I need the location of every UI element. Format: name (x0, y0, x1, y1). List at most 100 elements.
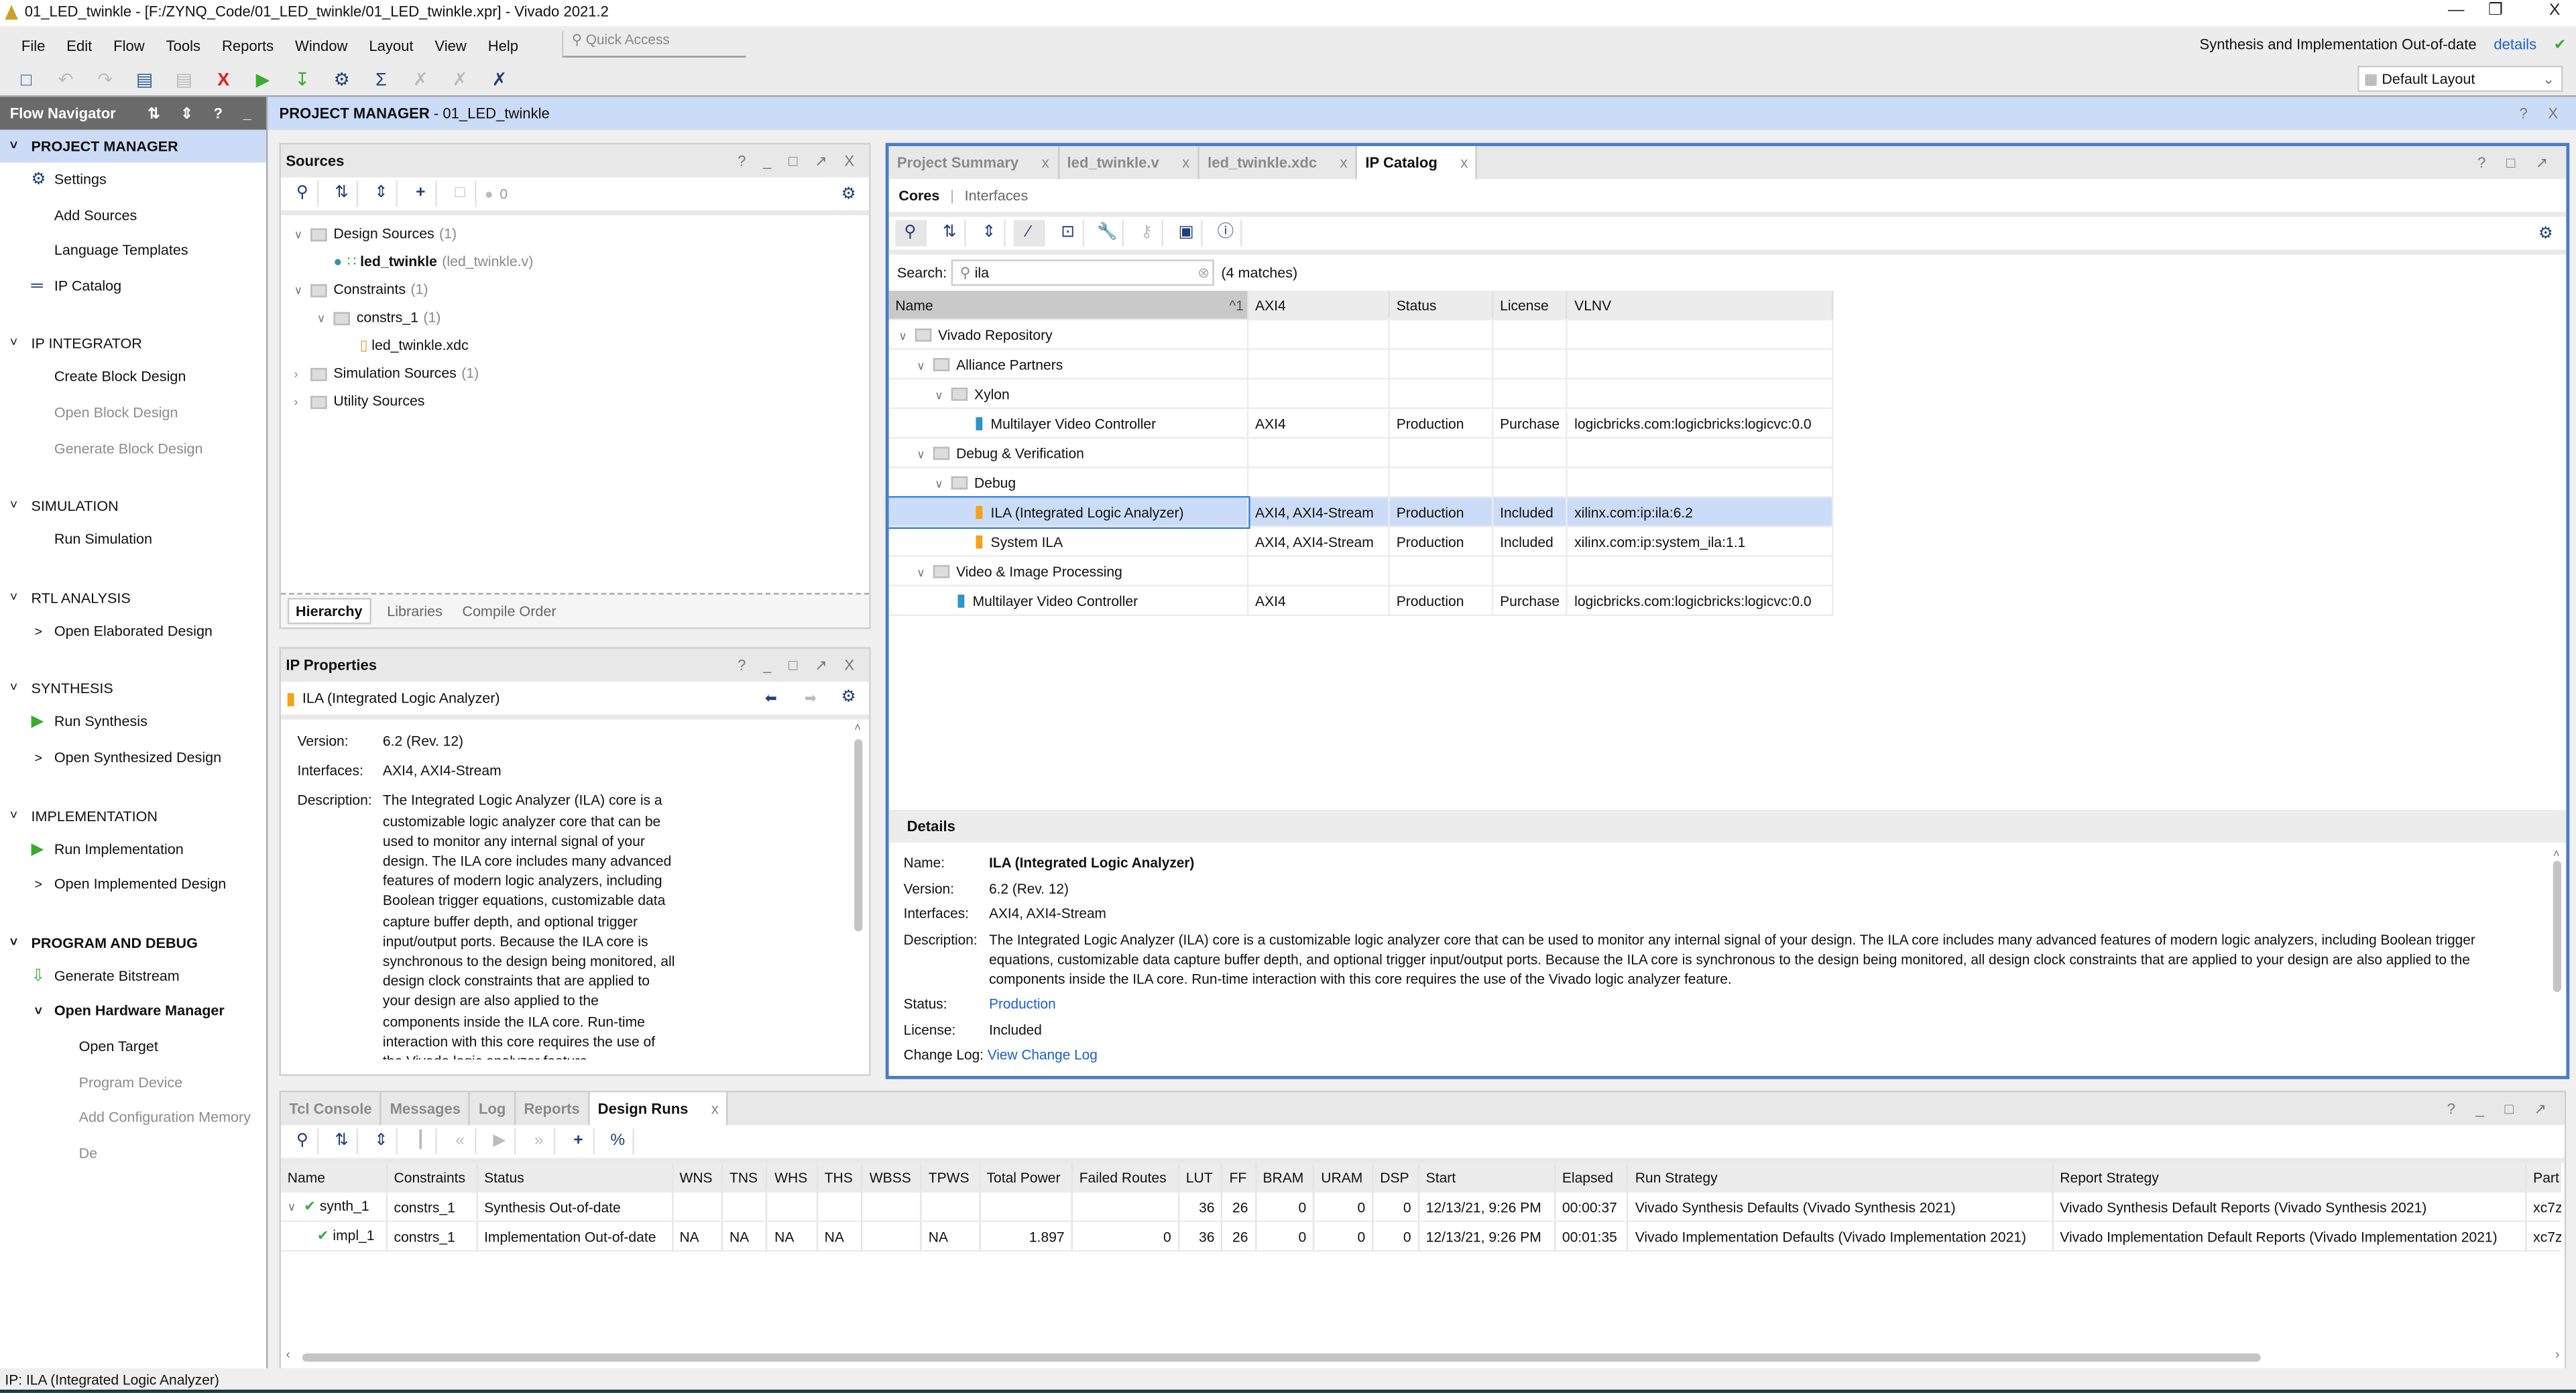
menu-tools[interactable]: Tools (166, 37, 200, 54)
open-project-icon[interactable]: □ (13, 68, 40, 91)
editor-tab-led-twinkle-xdc[interactable]: led_twinkle.xdc x (1199, 146, 1358, 180)
scrollbar-thumb[interactable] (2553, 860, 2562, 992)
tab-cores[interactable]: Cores (898, 187, 939, 204)
nav-item-generate-block-design[interactable]: Generate Block Design (0, 431, 266, 467)
chevron-down-icon[interactable]: ∨ (317, 306, 334, 334)
expand-all-icon[interactable]: ⇕ (366, 1128, 398, 1155)
hierarchy-icon[interactable]: ⊡ (1053, 220, 1085, 247)
column-license[interactable]: License (1492, 290, 1568, 320)
column-status[interactable]: Status (1389, 290, 1494, 320)
chevron-down-icon[interactable]: ∨ (288, 1201, 304, 1214)
ip-table-row[interactable]: ∨ Debug (888, 467, 1834, 498)
search-icon[interactable]: ⚲ (895, 220, 927, 247)
column-total-power[interactable]: Total Power (979, 1162, 1073, 1193)
column-name[interactable]: Name ^1 (888, 290, 1249, 320)
search-icon[interactable]: ⚲ (288, 1128, 319, 1155)
ip-table-row[interactable]: Multilayer Video Controller AXI4 Productio… (888, 408, 1834, 439)
forward-icon[interactable]: ➡ (805, 682, 817, 715)
undo-icon[interactable]: ↶ (52, 68, 78, 91)
back-icon[interactable]: ⬅ (765, 682, 777, 715)
close-button[interactable]: X (2536, 1, 2573, 19)
close-tab-icon[interactable]: x (1182, 154, 1189, 171)
nav-section-synthesis[interactable]: ˅ SYNTHESIS (0, 672, 266, 705)
scroll-up-icon[interactable]: ˄ (2553, 849, 2563, 861)
source-tree-row[interactable]: ∨ Constraints (1) (281, 276, 869, 304)
details-link[interactable]: details (2494, 36, 2536, 53)
show-incompatible-ip-icon[interactable]: ∕ (1013, 220, 1045, 247)
source-tree-row[interactable]: ∨ Design Sources (1) (281, 220, 869, 248)
panel-controls[interactable]: ? □ ↗ (2477, 154, 2557, 172)
nav-section-project-manager[interactable]: ˅ PROJECT MANAGER (0, 129, 266, 163)
quick-access-input[interactable]: ⚲ Quick Access (562, 31, 746, 58)
nav-section-ip-integrator[interactable]: ˅ IP INTEGRATOR (0, 328, 266, 361)
sigma-icon[interactable]: Σ (368, 68, 394, 91)
nav-item-program-device[interactable]: Program Device (0, 1065, 266, 1101)
nav-item-add-configuration-memory-de[interactable]: Add Configuration Memory De (0, 1101, 266, 1160)
nav-item-run-simulation[interactable]: Run Simulation (0, 523, 266, 558)
run-icon[interactable]: ▶ (249, 68, 276, 91)
bottom-tab-tcl-console[interactable]: Tcl Console (281, 1092, 382, 1126)
column-run-strategy[interactable]: Run Strategy (1627, 1162, 2054, 1193)
nav-item-run-implementation[interactable]: ▶ Run Implementation (0, 832, 266, 867)
search-input[interactable]: ⚲ ila ⊗ (951, 259, 1215, 286)
chevron-down-icon[interactable]: ˅ (10, 672, 17, 705)
collapse-all-icon[interactable]: ⇅ (327, 1128, 359, 1155)
column-failed-routes[interactable]: Failed Routes (1071, 1162, 1179, 1193)
close-tab-icon[interactable]: x (711, 1101, 719, 1117)
column-part[interactable]: Part (2526, 1162, 2562, 1193)
run-icon[interactable]: ▶ (485, 1128, 516, 1155)
chevron-down-icon[interactable]: ˅ (10, 581, 17, 614)
nav-item-open-implemented-design[interactable]: > Open Implemented Design (0, 867, 266, 903)
collapse-all-icon[interactable]: ⇅ (327, 180, 359, 207)
nav-item-open-elaborated-design[interactable]: > Open Elaborated Design (0, 614, 266, 650)
first-icon[interactable]: ┃ (406, 1128, 437, 1155)
help-close-controls[interactable]: ? X (2519, 97, 2566, 130)
chevron-down-icon[interactable]: ˅ (34, 994, 42, 1030)
menu-edit[interactable]: Edit (66, 37, 92, 54)
cancel-link-icon[interactable]: ✗ (486, 68, 512, 91)
clear-search-icon[interactable]: ⊗ (1197, 261, 1210, 284)
column-dsp[interactable]: DSP (1372, 1162, 1419, 1193)
column-ff[interactable]: FF (1222, 1162, 1256, 1193)
nav-item-open-synthesized-design[interactable]: > Open Synthesized Design (0, 741, 266, 776)
menu-layout[interactable]: Layout (369, 37, 413, 54)
panel-controls[interactable]: ? _ □ ↗ X (738, 649, 861, 682)
nav-item-open-hardware-manager[interactable]: ˅ Open Hardware Manager (0, 994, 266, 1030)
tab-hierarchy[interactable]: Hierarchy (287, 597, 371, 625)
tab-libraries[interactable]: Libraries (377, 595, 453, 627)
source-tree-row[interactable]: ▯ led_twinkle.xdc (281, 332, 869, 360)
generate-bitstream-icon[interactable]: ↧ (289, 68, 315, 91)
tab-compile-order[interactable]: Compile Order (453, 595, 567, 627)
bottom-tab-reports[interactable]: Reports (516, 1092, 590, 1126)
chevron-right-icon[interactable]: › (294, 361, 311, 389)
chevron-right-icon[interactable]: > (34, 867, 42, 903)
chip-icon[interactable]: ▣ (1171, 220, 1203, 247)
menu-flow[interactable]: Flow (113, 37, 145, 54)
menu-file[interactable]: File (21, 37, 46, 54)
column-wbss[interactable]: WBSS (862, 1162, 922, 1193)
flow-navigator-controls[interactable]: ⇅ ⇕ ? _ (148, 97, 259, 130)
add-icon[interactable]: + (563, 1128, 595, 1155)
nav-item-ip-catalog[interactable]: ═ IP Catalog (0, 269, 266, 304)
chevron-down-icon[interactable]: ∨ (294, 222, 311, 250)
chevron-down-icon[interactable]: ∨ (917, 448, 933, 461)
close-tab-icon[interactable]: x (1340, 154, 1347, 171)
horizontal-scrollbar[interactable]: ‹ › (284, 1347, 2561, 1366)
chevron-down-icon[interactable]: ∨ (935, 477, 951, 490)
nav-section-simulation[interactable]: ˅ SIMULATION (0, 490, 266, 523)
restore-button[interactable]: ❐ (2477, 1, 2514, 19)
minimize-button[interactable]: — (2438, 1, 2474, 19)
column-report-strategy[interactable]: Report Strategy (2052, 1162, 2527, 1193)
previous-icon[interactable]: « (445, 1128, 477, 1155)
bottom-tab-messages[interactable]: Messages (382, 1092, 471, 1126)
column-whs[interactable]: WHS (767, 1162, 818, 1193)
chevron-down-icon[interactable]: ˅ (10, 926, 17, 959)
nav-item-add-sources[interactable]: Add Sources (0, 198, 266, 233)
view-change-log-link[interactable]: View Change Log (988, 1046, 1098, 1063)
ip-table-row[interactable]: ∨ Video & Image Processing (888, 556, 1834, 587)
design-run-row[interactable]: ✔ impl_1 constrs_1 Implementation Out-of-d… (281, 1221, 2562, 1252)
column-vlnv[interactable]: VLNV (1567, 290, 1834, 320)
wrench-icon[interactable]: 🔧 (1092, 220, 1124, 247)
nav-item-create-block-design[interactable]: Create Block Design (0, 361, 266, 396)
vertical-scrollbar[interactable]: ˄ (854, 719, 864, 1048)
